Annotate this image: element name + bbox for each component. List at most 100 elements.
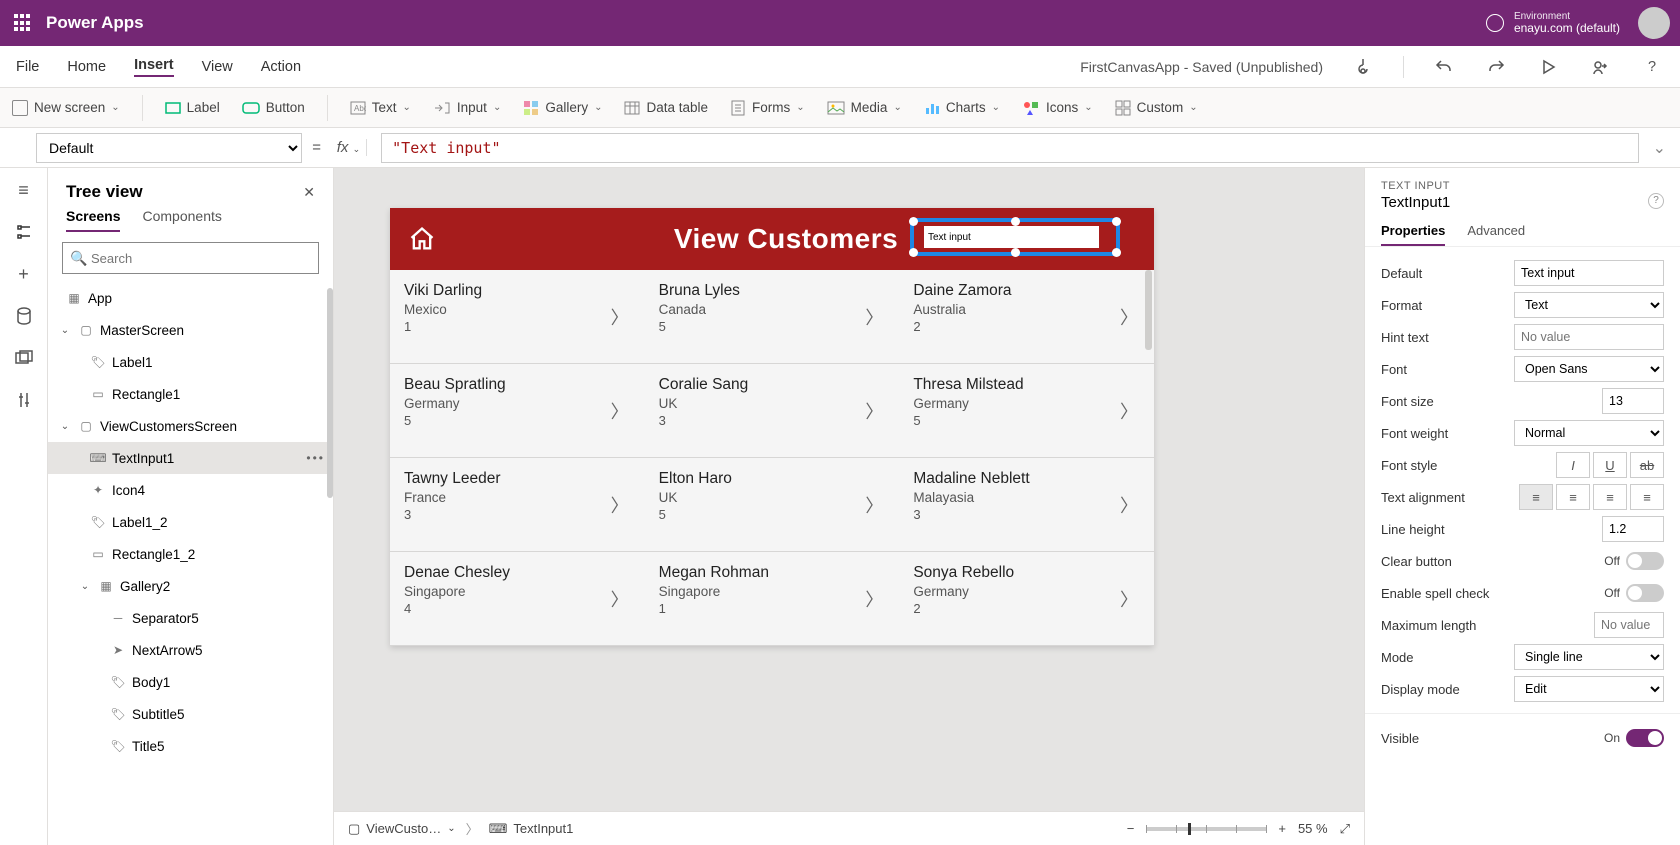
gallery-cell[interactable]: Beau SpratlingGermany5〉: [390, 364, 645, 458]
zoom-in-icon[interactable]: +: [1278, 821, 1286, 836]
align-justify-button[interactable]: ≡: [1630, 484, 1664, 510]
chevron-right-icon[interactable]: 〉: [865, 492, 883, 518]
tools-icon[interactable]: [14, 390, 34, 410]
data-table-button[interactable]: Data table: [624, 100, 708, 115]
gallery-cell[interactable]: Thresa MilsteadGermany5〉: [899, 364, 1154, 458]
align-right-button[interactable]: ≡: [1593, 484, 1627, 510]
tab-screens[interactable]: Screens: [66, 208, 120, 232]
formula-expand-icon[interactable]: ⌄: [1649, 138, 1670, 158]
fit-to-screen-icon[interactable]: ⤢: [1340, 821, 1350, 837]
gallery-scrollbar[interactable]: [1145, 270, 1152, 350]
redo-icon[interactable]: [1484, 55, 1508, 79]
prop-font[interactable]: Open Sans: [1514, 356, 1664, 382]
chevron-right-icon[interactable]: 〉: [865, 398, 883, 424]
help-icon[interactable]: ?: [1648, 193, 1664, 209]
more-icon[interactable]: •••: [306, 451, 325, 465]
canvas-textinput-control[interactable]: [924, 226, 1099, 248]
prop-display-mode[interactable]: Edit: [1514, 676, 1664, 702]
chevron-right-icon[interactable]: 〉: [611, 586, 629, 612]
breadcrumb-screen[interactable]: ▢ViewCusto…⌄: [348, 821, 456, 837]
property-selector[interactable]: Default: [36, 133, 302, 163]
node-app[interactable]: ▦App: [48, 282, 333, 314]
hamburger-icon[interactable]: ≡: [14, 180, 34, 200]
align-left-button[interactable]: ≡: [1519, 484, 1553, 510]
node-gallery2[interactable]: ⌄▦Gallery2: [48, 570, 333, 602]
share-icon[interactable]: [1588, 55, 1612, 79]
app-checker-icon[interactable]: [1351, 55, 1375, 79]
node-viewcustomers[interactable]: ⌄▢ViewCustomersScreen: [48, 410, 333, 442]
menu-insert[interactable]: Insert: [134, 57, 174, 77]
chevron-right-icon[interactable]: 〉: [1120, 398, 1138, 424]
new-screen-button[interactable]: New screen⌄: [12, 100, 120, 116]
add-icon[interactable]: +: [14, 264, 34, 284]
tab-properties[interactable]: Properties: [1381, 223, 1445, 246]
node-label1[interactable]: 🏷Label1: [48, 346, 333, 378]
node-icon4[interactable]: ✦Icon4: [48, 474, 333, 506]
tree-view-icon[interactable]: [14, 222, 34, 242]
help-icon[interactable]: ?: [1640, 55, 1664, 79]
prop-font-size[interactable]: [1602, 388, 1664, 414]
chevron-right-icon[interactable]: 〉: [611, 492, 629, 518]
tree-search-input[interactable]: [62, 242, 319, 274]
prop-hint[interactable]: [1514, 324, 1664, 350]
icons-dropdown[interactable]: Icons⌄: [1022, 100, 1093, 116]
node-rectangle1[interactable]: ▭Rectangle1: [48, 378, 333, 410]
align-center-button[interactable]: ≡: [1556, 484, 1590, 510]
gallery-dropdown[interactable]: Gallery⌄: [523, 100, 602, 116]
breadcrumb-control[interactable]: ⌨TextInput1: [489, 821, 574, 837]
label-button[interactable]: Label: [165, 100, 220, 116]
menu-view[interactable]: View: [202, 59, 233, 75]
gallery[interactable]: Viki DarlingMexico1〉Bruna LylesCanada5〉D…: [390, 270, 1154, 646]
chevron-right-icon[interactable]: 〉: [611, 304, 629, 330]
undo-icon[interactable]: [1432, 55, 1456, 79]
selected-textinput[interactable]: [910, 218, 1120, 256]
tab-components[interactable]: Components: [142, 208, 221, 232]
chevron-right-icon[interactable]: 〉: [865, 304, 883, 330]
menu-file[interactable]: File: [16, 59, 39, 75]
underline-button[interactable]: U: [1593, 452, 1627, 478]
node-nextarrow5[interactable]: ➤NextArrow5: [48, 634, 333, 666]
app-frame[interactable]: View Customers Viki DarlingMexico1〉Bruna…: [390, 208, 1154, 646]
gallery-cell[interactable]: Coralie SangUK3〉: [645, 364, 900, 458]
zoom-out-icon[interactable]: −: [1127, 821, 1135, 836]
media-dropdown[interactable]: Media⌄: [827, 100, 902, 115]
clear-button-toggle[interactable]: [1626, 552, 1664, 570]
chevron-right-icon[interactable]: 〉: [1120, 492, 1138, 518]
forms-dropdown[interactable]: Forms⌄: [730, 100, 805, 116]
gallery-cell[interactable]: Daine ZamoraAustralia2〉: [899, 270, 1154, 364]
gallery-cell[interactable]: Madaline NeblettMalayasia3〉: [899, 458, 1154, 552]
gallery-cell[interactable]: Megan RohmanSingapore1〉: [645, 552, 900, 646]
close-icon[interactable]: ✕: [303, 184, 315, 201]
node-textinput1[interactable]: ⌨TextInput1•••: [48, 442, 333, 474]
media-panel-icon[interactable]: [14, 348, 34, 368]
chevron-right-icon[interactable]: 〉: [611, 398, 629, 424]
zoom-slider[interactable]: [1146, 827, 1266, 831]
prop-max-length[interactable]: [1594, 612, 1664, 638]
prop-font-weight[interactable]: Normal: [1514, 420, 1664, 446]
chevron-right-icon[interactable]: 〉: [1120, 304, 1138, 330]
spell-check-toggle[interactable]: [1626, 584, 1664, 602]
strike-button[interactable]: ab: [1630, 452, 1664, 478]
waffle-icon[interactable]: [14, 14, 32, 32]
tree-scrollbar[interactable]: [327, 288, 333, 498]
prop-default[interactable]: [1514, 260, 1664, 286]
custom-dropdown[interactable]: Custom⌄: [1115, 100, 1198, 116]
visible-toggle[interactable]: [1626, 729, 1664, 747]
gallery-cell[interactable]: Elton HaroUK5〉: [645, 458, 900, 552]
avatar[interactable]: [1638, 7, 1670, 39]
button-button[interactable]: Button: [242, 100, 305, 115]
italic-button[interactable]: I: [1556, 452, 1590, 478]
menu-action[interactable]: Action: [261, 59, 301, 75]
tab-advanced[interactable]: Advanced: [1467, 223, 1525, 246]
node-body1[interactable]: 🏷Body1: [48, 666, 333, 698]
node-title5[interactable]: 🏷Title5: [48, 730, 333, 762]
fx-button[interactable]: fx ⌄: [331, 139, 367, 156]
gallery-cell[interactable]: Viki DarlingMexico1〉: [390, 270, 645, 364]
environment-picker[interactable]: Environment enayu.com (default): [1486, 11, 1620, 35]
home-icon[interactable]: [408, 225, 436, 253]
node-masterscreen[interactable]: ⌄▢MasterScreen: [48, 314, 333, 346]
chevron-right-icon[interactable]: 〉: [865, 586, 883, 612]
charts-dropdown[interactable]: Charts⌄: [924, 100, 1000, 115]
gallery-cell[interactable]: Bruna LylesCanada5〉: [645, 270, 900, 364]
prop-format[interactable]: Text: [1514, 292, 1664, 318]
